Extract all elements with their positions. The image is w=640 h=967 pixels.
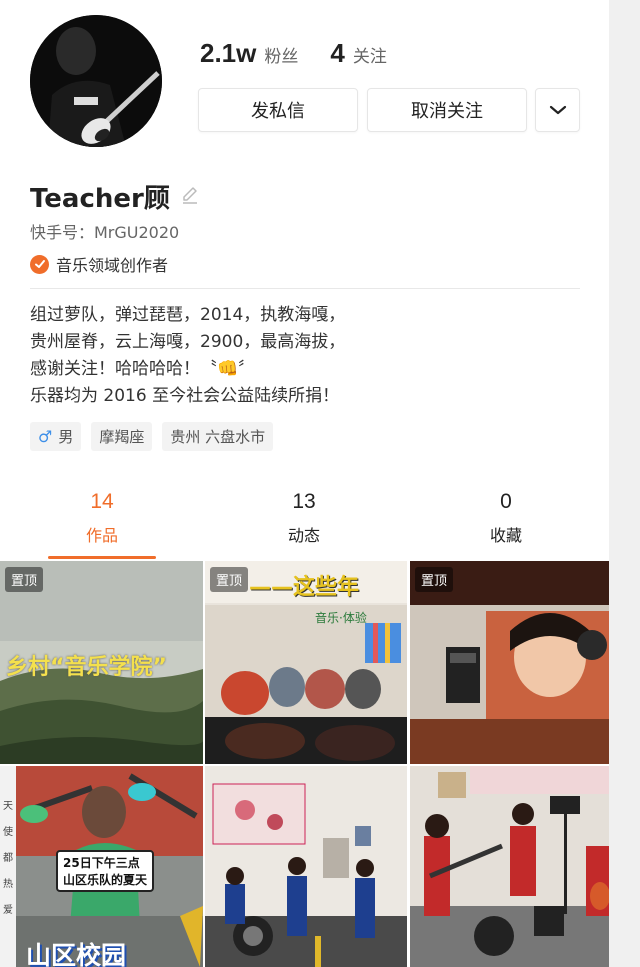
video-date-text: 25日下午三点 [63,856,140,870]
tab-favorites[interactable]: 0 收藏 [451,488,561,546]
video-label-box: 25日下午三点 山区乐队的夏天 [56,850,155,892]
avatar[interactable] [30,15,162,147]
tab-works-label: 作品 [85,526,118,545]
following-count[interactable]: 4 [330,38,344,69]
video-thumbnail[interactable] [205,766,407,967]
bio-line: 贵州屋脊，云上海嘎，2900，最高海拔， [30,332,346,352]
followers-label[interactable]: 粉丝 [264,42,298,67]
pinned-badge: 置顶 [5,567,44,592]
video-title: 山区校园 [26,941,127,967]
content-tabs: 14 作品 13 动态 0 收藏 [0,488,609,558]
divider [30,288,580,289]
bio-line: 组过萝队，弹过琵琶，2014，执教海嘎， [30,305,346,325]
edit-pencil-icon[interactable] [180,182,200,212]
following-label[interactable]: 关注 [353,42,387,67]
tab-works-count: 14 [90,490,114,513]
video-side-text: 天使都热爱 [3,801,13,916]
video-thumbnail-image [410,766,609,967]
video-sign: 音乐·体验 [315,611,367,625]
video-thumbnail[interactable]: 置顶 乡村“音乐学院” [0,561,203,764]
video-title: ——这些年 [249,575,360,600]
kuaishou-id: 快手号：MrGU2020 [30,223,180,242]
avatar-photo [30,15,162,147]
tab-moments-label: 动态 [287,526,320,545]
video-event-text: 山区乐队的夏天 [63,873,148,887]
profile-name: Teacher顾 [30,184,170,214]
profile-tags: ♂ 男 摩羯座 贵州 六盘水市 [30,422,274,451]
chevron-down-icon [549,105,566,115]
location-tag: 贵州 六盘水市 [162,422,274,451]
tab-moments[interactable]: 13 动态 [249,488,359,546]
pinned-badge: 置顶 [210,567,249,592]
more-dropdown-button[interactable] [535,88,580,132]
video-thumbnail-image [205,766,407,967]
followers-count[interactable]: 2.1w [200,38,256,69]
gender-label: 男 [58,428,74,446]
video-grid: 置顶 乡村“音乐学院” ——这些年 音乐·体验 置顶 置顶 天使都热爱 25日下… [0,561,609,967]
creator-badge-row: 音乐领域创作者 [30,252,168,276]
tab-works[interactable]: 14 作品 [47,488,157,546]
pinned-badge: 置顶 [415,567,454,592]
video-thumbnail[interactable] [410,766,609,967]
tab-favorites-label: 收藏 [489,526,522,545]
male-icon: ♂ [38,427,53,446]
creator-label: 音乐领域创作者 [56,256,169,275]
profile-name-row: Teacher顾 [30,178,200,215]
gender-tag: ♂ 男 [30,422,82,451]
bio-line: 感谢关注！哈哈哈哈！〝👊〞 [30,359,256,379]
video-thumbnail[interactable]: 天使都热爱 25日下午三点 山区乐队的夏天 山区校园 [0,766,203,967]
profile-stats: 2.1w 粉丝 4 关注 [200,38,387,69]
unfollow-button[interactable]: 取消关注 [367,88,527,132]
bio-line: 乐器均为 2016 至今社会公益陆续所捐！ [30,386,340,406]
video-caption: 乡村“音乐学院” [6,655,167,680]
video-thumbnail[interactable]: 置顶 [410,561,609,764]
bio: 组过萝队，弹过琵琶，2014，执教海嘎， 贵州屋脊，云上海嘎，2900，最高海拔… [30,302,590,410]
video-thumbnail[interactable]: ——这些年 音乐·体验 置顶 [205,561,407,764]
tab-favorites-count: 0 [500,490,512,513]
active-tab-indicator [48,556,156,559]
side-gutter [609,0,640,967]
zodiac-tag: 摩羯座 [91,422,153,451]
tab-moments-count: 13 [292,490,316,513]
verified-check-icon [30,254,49,274]
send-message-button[interactable]: 发私信 [198,88,358,132]
